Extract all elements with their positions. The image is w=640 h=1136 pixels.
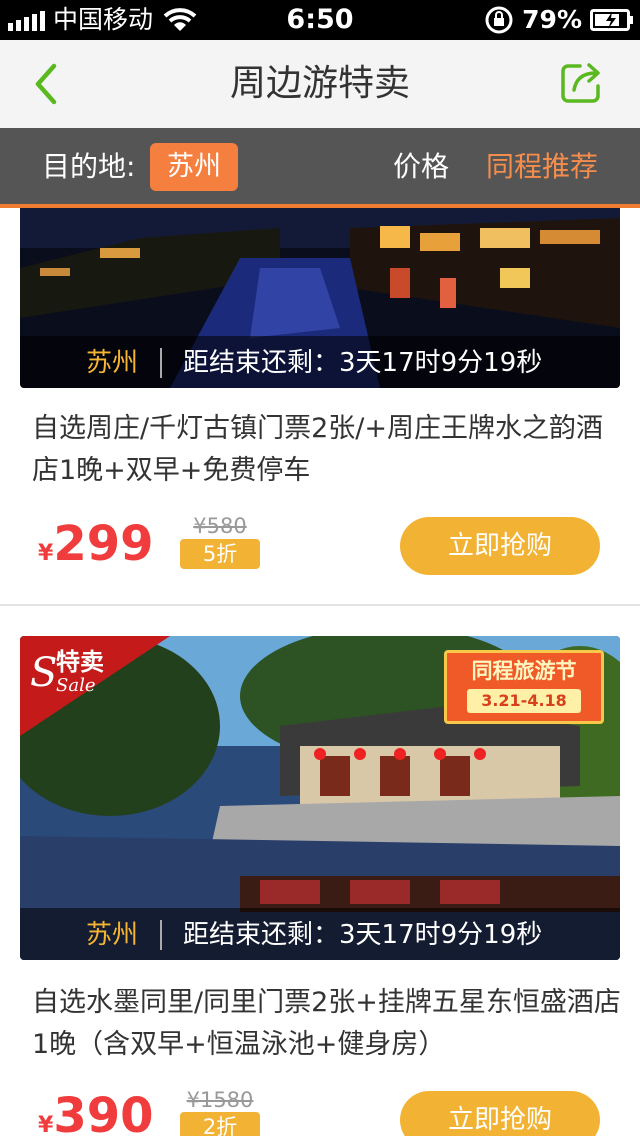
price-value: 299 xyxy=(53,516,154,572)
status-bar: 中国移动 6:50 79% xyxy=(0,0,640,40)
divider xyxy=(160,348,162,378)
original-price: ¥1580 xyxy=(186,1088,254,1112)
discount-badge: 2折 xyxy=(180,1112,260,1136)
buy-now-button[interactable]: 立即抢购 xyxy=(400,517,600,575)
deal-card[interactable]: S 特卖 Sale 同程旅游节 3.21-4.18 苏州 距结束还剩：3天17时… xyxy=(0,636,640,1136)
deal-price: ¥299 xyxy=(38,516,154,572)
sort-recommend-tab[interactable]: 同程推荐 xyxy=(486,148,598,186)
sort-price-tab[interactable]: 价格 xyxy=(393,148,449,186)
share-icon[interactable] xyxy=(560,60,604,104)
buy-now-button[interactable]: 立即抢购 xyxy=(400,1091,600,1136)
festival-title: 同程旅游节 xyxy=(471,659,577,683)
deal-city: 苏州 xyxy=(86,920,139,950)
svg-text:S: S xyxy=(30,650,57,696)
page-title: 周边游特卖 xyxy=(229,63,410,104)
nav-bar: 周边游特卖 xyxy=(0,40,640,128)
battery-percent: 79% xyxy=(522,5,582,34)
sale-badge-text: 特卖 xyxy=(56,648,104,676)
destination-city-button[interactable]: 苏州 xyxy=(150,143,238,191)
countdown-bar: 苏州 距结束还剩：3天17时9分19秒 xyxy=(20,336,620,388)
deal-photo: S 特卖 Sale 同程旅游节 3.21-4.18 苏州 距结束还剩：3天17时… xyxy=(20,636,620,960)
currency-symbol: ¥ xyxy=(38,541,54,566)
deal-photo: 苏州 距结束还剩：3天17时9分19秒 xyxy=(20,208,620,388)
deal-price: ¥390 xyxy=(38,1088,154,1136)
countdown-text: 距结束还剩：3天17时9分19秒 xyxy=(183,920,543,950)
battery-icon xyxy=(590,9,633,31)
price-value: 390 xyxy=(53,1088,154,1136)
divider xyxy=(160,920,162,950)
countdown-bar: 苏州 距结束还剩：3天17时9分19秒 xyxy=(20,908,620,960)
currency-symbol: ¥ xyxy=(38,1113,54,1136)
original-price: ¥580 xyxy=(193,514,247,538)
sale-badge-script: Sale xyxy=(56,675,95,696)
deal-title: 自选周庄/千灯古镇门票2张/+周庄王牌水之韵酒店1晚+双早+免费停车 xyxy=(32,413,603,486)
deal-title: 自选水墨同里/同里门票2张+挂牌五星东恒盛酒店1晚（含双早+恒温泳池+健身房） xyxy=(32,987,621,1060)
festival-date: 3.21-4.18 xyxy=(467,689,581,713)
discount-badge: 5折 xyxy=(180,539,260,569)
festival-badge: 同程旅游节 3.21-4.18 xyxy=(444,650,604,724)
countdown-text: 距结束还剩：3天17时9分19秒 xyxy=(183,348,543,378)
filter-bar: 目的地: 苏州 价格 同程推荐 xyxy=(0,128,640,208)
deal-city: 苏州 xyxy=(86,348,139,378)
deal-card[interactable]: 苏州 距结束还剩：3天17时9分19秒 自选周庄/千灯古镇门票2张/+周庄王牌水… xyxy=(0,208,640,606)
rotation-lock-icon xyxy=(485,6,513,34)
destination-label: 目的地: xyxy=(42,150,136,183)
sale-corner-badge: S 特卖 Sale xyxy=(20,636,170,736)
